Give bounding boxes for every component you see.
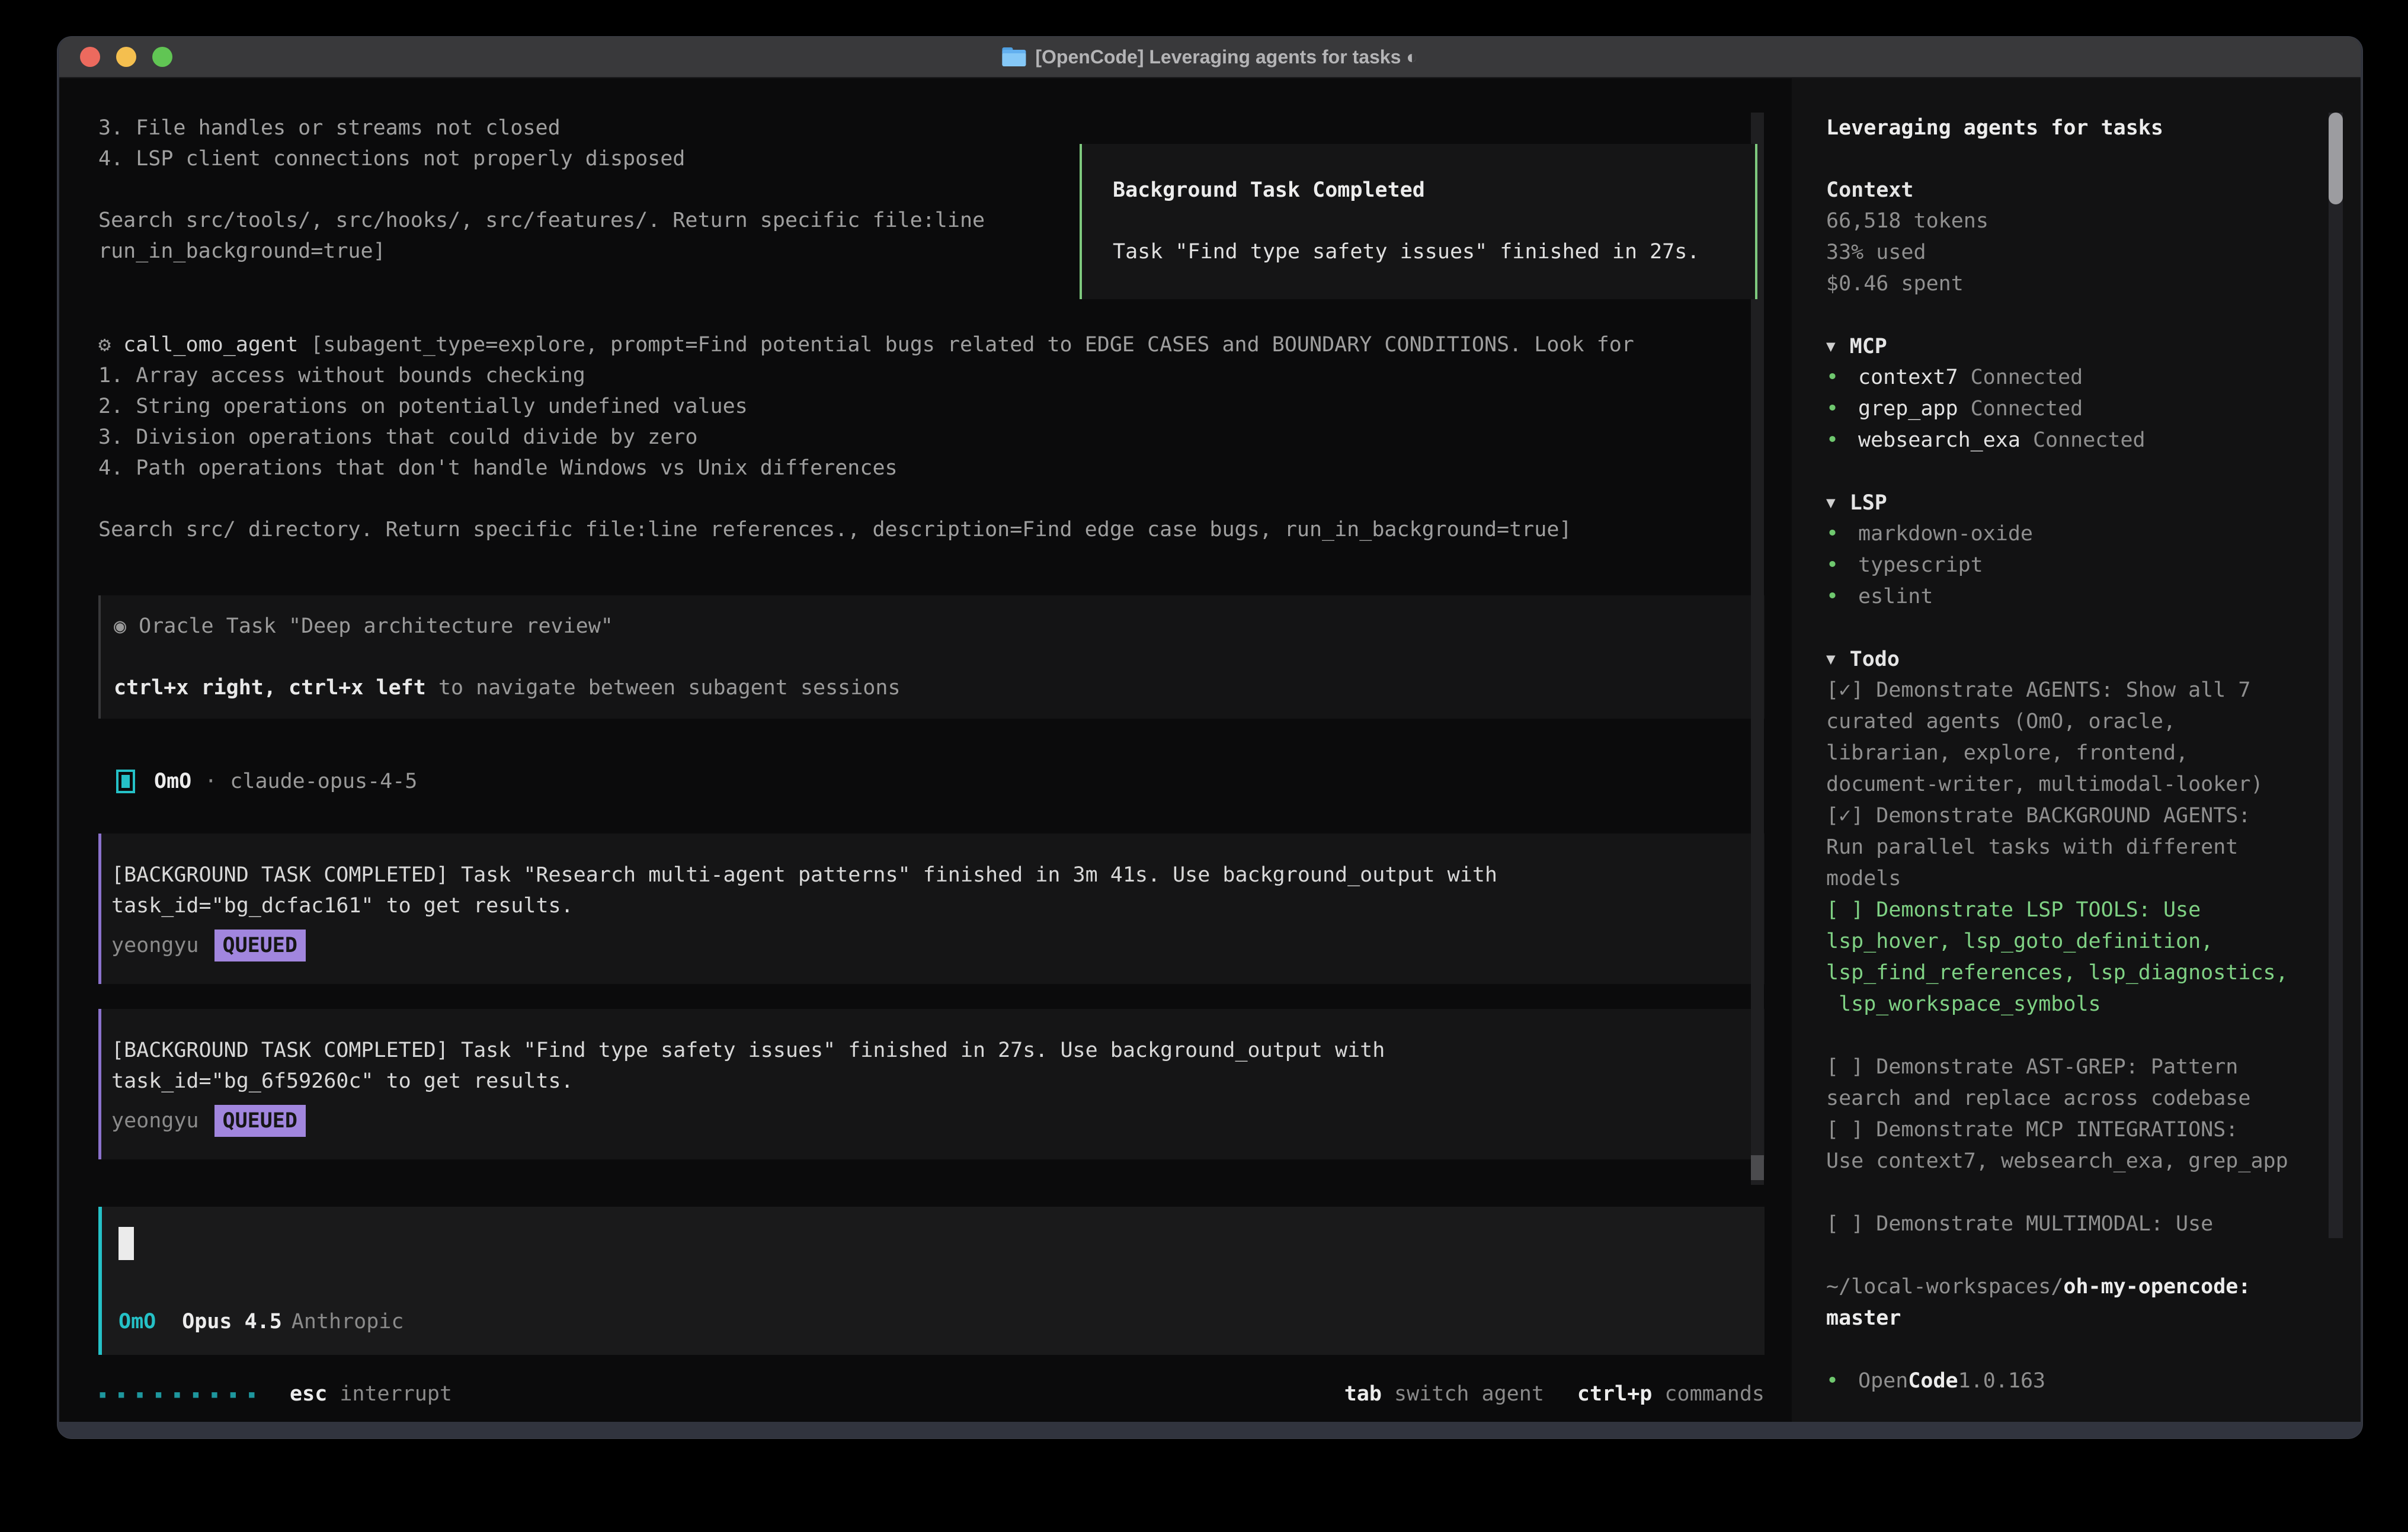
commands-hint: ctrl+p commands <box>1577 1379 1765 1409</box>
model-provider: Anthropic <box>292 1306 404 1337</box>
radio-dot-icon: ◉ <box>114 614 126 638</box>
task-meta: yeongyu QUEUED <box>111 930 1765 961</box>
background-task-notification: Background Task Completed Task "Find typ… <box>1080 144 1757 299</box>
close-button[interactable] <box>80 47 100 67</box>
tool-call-args: [subagent_type=explore, prompt=Find pote… <box>98 333 1634 541</box>
window-title: [OpenCode] Leveraging agents for tasks ◐ <box>1035 46 1417 68</box>
terminal: 3. File handles or streams not closed 4.… <box>59 78 2361 1422</box>
status-badge: QUEUED <box>214 1105 306 1137</box>
gear-icon: ⚙ <box>98 333 111 357</box>
task-user: yeongyu <box>111 1105 199 1136</box>
traffic-lights <box>80 47 172 67</box>
sidebar-scrollbar-thumb[interactable] <box>2329 113 2343 204</box>
lsp-item: •eslint <box>1826 581 2324 613</box>
esc-hint: esc interrupt <box>290 1379 452 1409</box>
todo-item: [ ] Demonstrate MCP INTEGRATIONS: Use co… <box>1826 1114 2324 1177</box>
green-dot-icon: • <box>1826 425 1858 456</box>
mcp-section-header[interactable]: ▼MCP <box>1826 331 2324 362</box>
mcp-item: •context7Connected <box>1826 362 2324 393</box>
lsp-item: •typescript <box>1826 550 2324 581</box>
model-name: Opus 4.5 <box>182 1306 282 1337</box>
lsp-item: •markdown-oxide <box>1826 518 2324 550</box>
todo-section-header[interactable]: ▼Todo <box>1826 644 2324 675</box>
desktop: [OpenCode] Leveraging agents for tasks ◐… <box>0 0 2408 1532</box>
context-tokens: 66,518 tokens <box>1826 206 2324 237</box>
chat-pane: 3. File handles or streams not closed 4.… <box>59 78 1792 1422</box>
minimize-button[interactable] <box>116 47 136 67</box>
task-message[interactable]: [BACKGROUND TASK COMPLETED] Task "Find t… <box>98 1009 1765 1159</box>
chevron-down-icon: ▼ <box>1826 644 1836 675</box>
notification-body: Task "Find type safety issues" finished … <box>1113 236 1755 267</box>
folder-icon <box>1002 47 1026 66</box>
context-spent: $0.46 spent <box>1826 268 2324 300</box>
green-dot-icon: • <box>1826 1366 1858 1397</box>
tool-call-name: call_omo_agent <box>123 333 298 357</box>
context-used: 33% used <box>1826 237 2324 268</box>
sidebar-scrollbar[interactable] <box>2329 113 2343 1238</box>
mcp-item: •grep_appConnected <box>1826 393 2324 425</box>
agent-short-name: OmO <box>119 1306 156 1337</box>
green-dot-icon: • <box>1826 518 1858 550</box>
task-meta: yeongyu QUEUED <box>111 1105 1765 1137</box>
agent-square-icon <box>116 770 135 793</box>
todo-item: [ ] Demonstrate AST-GREP: Pattern search… <box>1826 1052 2324 1114</box>
agent-model: claude-opus-4-5 <box>230 766 417 797</box>
task-message[interactable]: [BACKGROUND TASK COMPLETED] Task "Resear… <box>98 834 1765 984</box>
chevron-down-icon: ▼ <box>1826 331 1836 362</box>
text-cursor <box>119 1227 134 1260</box>
todo-item: [✓] Demonstrate AGENTS: Show all 7 curat… <box>1826 675 2324 800</box>
maximize-button[interactable] <box>152 47 172 67</box>
chat-scrollbar-thumb[interactable] <box>1751 1155 1764 1180</box>
workspace-path: ~/local-workspaces/oh-my-opencode: <box>1826 1271 2324 1303</box>
chevron-down-icon: ▼ <box>1826 488 1836 518</box>
task-message-text: [BACKGROUND TASK COMPLETED] Task "Resear… <box>111 860 1765 921</box>
task-user: yeongyu <box>111 930 199 961</box>
status-badge: QUEUED <box>214 930 306 961</box>
green-dot-icon: • <box>1826 362 1858 393</box>
workspace-branch: master <box>1826 1303 2324 1334</box>
agent-header: OmO · claude-opus-4-5 <box>98 766 1765 797</box>
oracle-hint-keys: ctrl+x right, ctrl+x left <box>114 676 426 700</box>
window-title-group: [OpenCode] Leveraging agents for tasks ◐ <box>1002 46 1417 68</box>
todo-item: [ ] Demonstrate MULTIMODAL: Use <box>1826 1209 2324 1240</box>
oracle-hint-rest: to navigate between subagent sessions <box>426 676 901 700</box>
green-dot-icon: • <box>1826 393 1858 425</box>
tab-hint: tab switch agent <box>1344 1379 1544 1409</box>
oracle-nav-hint: ctrl+x right, ctrl+x left to navigate be… <box>114 672 1765 703</box>
session-title: Leveraging agents for tasks <box>1826 113 2324 143</box>
spinner-dots-icon: ▪▪▪▪▪▪▪▪▪ <box>98 1386 266 1402</box>
oracle-task-title: ◉ Oracle Task "Deep architecture review" <box>114 611 1765 642</box>
green-dot-icon: • <box>1826 550 1858 581</box>
tool-call-message: ⚙ call_omo_agent [subagent_type=explore,… <box>98 329 1765 545</box>
prompt-input[interactable]: OmO Opus 4.5 Anthropic <box>98 1207 1765 1355</box>
green-dot-icon: • <box>1826 581 1858 613</box>
notification-title: Background Task Completed <box>1113 175 1755 206</box>
status-bar: ▪▪▪▪▪▪▪▪▪ esc interrupt tab switch agent… <box>98 1379 1765 1409</box>
session-sidebar: Leveraging agents for tasks Context 66,5… <box>1792 78 2361 1422</box>
opencode-window: [OpenCode] Leveraging agents for tasks ◐… <box>57 37 2362 1438</box>
agent-name: OmO <box>154 766 191 797</box>
lsp-section-header[interactable]: ▼LSP <box>1826 488 2324 518</box>
todo-item: [ ] Demonstrate LSP TOOLS: Use lsp_hover… <box>1826 895 2324 1020</box>
agent-separator: · <box>204 766 217 797</box>
window-titlebar[interactable]: [OpenCode] Leveraging agents for tasks ◐ <box>59 37 2361 78</box>
version-row: •OpenCode 1.0.163 <box>1826 1366 2324 1397</box>
model-row: OmO Opus 4.5 Anthropic <box>119 1306 1765 1337</box>
todo-item: [✓] Demonstrate BACKGROUND AGENTS: Run p… <box>1826 800 2324 895</box>
task-message-text: [BACKGROUND TASK COMPLETED] Task "Find t… <box>111 1035 1765 1097</box>
context-heading: Context <box>1826 175 2324 206</box>
mcp-item: •websearch_exaConnected <box>1826 425 2324 456</box>
oracle-task-box[interactable]: ◉ Oracle Task "Deep architecture review"… <box>98 595 1765 719</box>
